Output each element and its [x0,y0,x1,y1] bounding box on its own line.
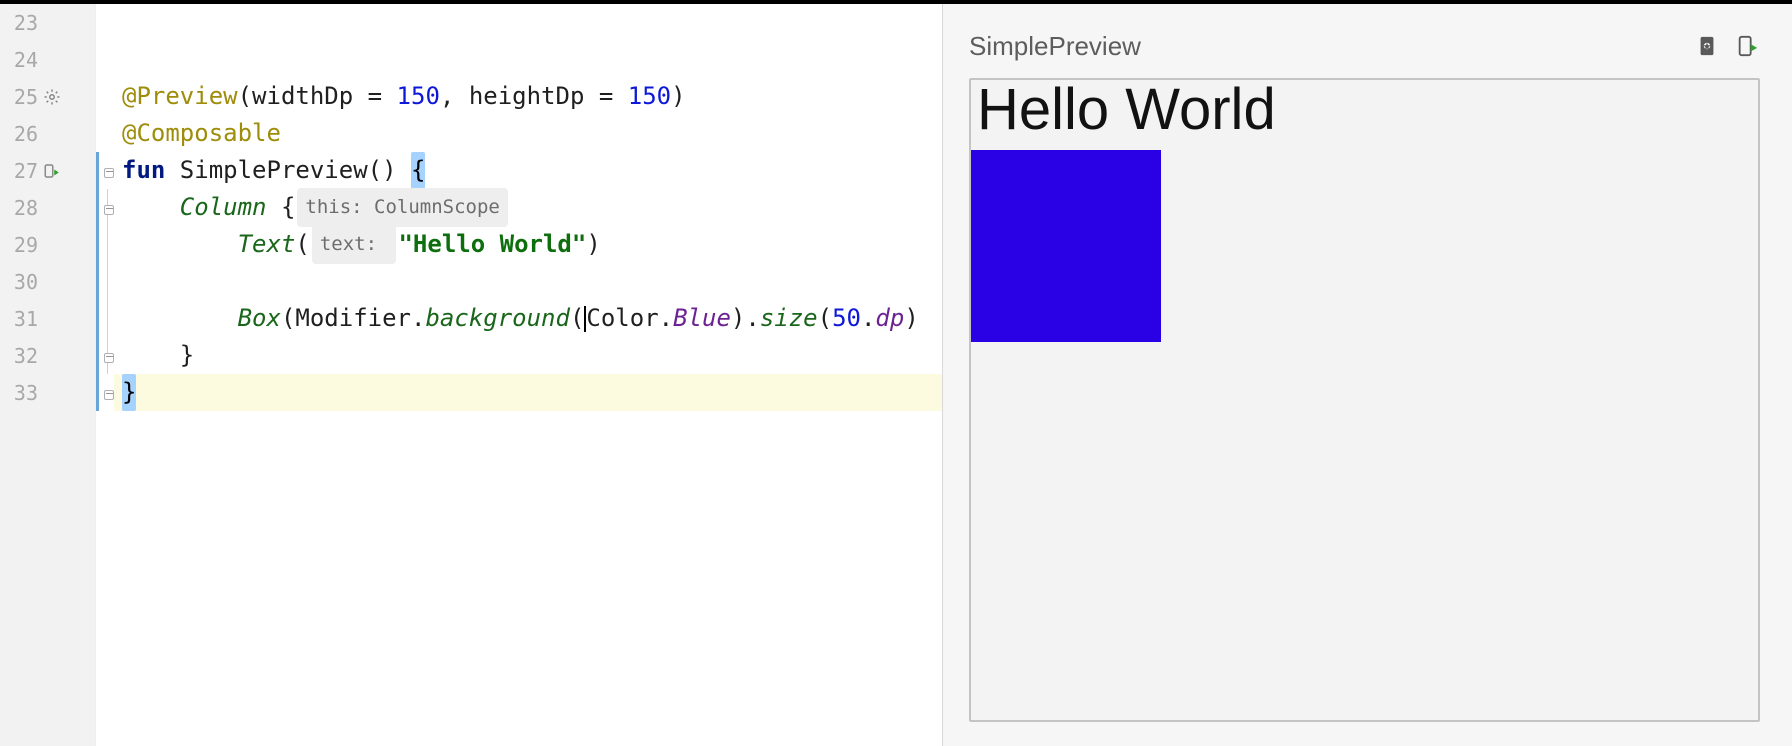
line-number: 23 [6,11,38,35]
interactive-preview-icon[interactable] [1694,31,1720,61]
code-line: @Composable [114,115,942,152]
code-line [114,41,942,78]
inlay-hint: text: [312,225,397,264]
compose-preview-panel: SimplePreview Hello World [942,4,1792,746]
code-line: fun SimplePreview() { [114,152,942,189]
preview-text: Hello World [977,76,1276,143]
code-line: Column { this: ColumnScope [114,189,942,226]
code-area[interactable]: @Preview(widthDp = 150, heightDp = 150) … [114,4,942,746]
inlay-hint: this: ColumnScope [297,188,507,227]
code-line: @Preview(widthDp = 150, heightDp = 150) [114,78,942,115]
code-line: Box(Modifier.background(Color.Blue).size… [114,300,942,337]
line-number: 30 [6,270,38,294]
brace-highlight: { [411,152,425,189]
gear-icon[interactable] [38,88,66,106]
root: 23 24 25 26 27 28 29 30 31 32 33 [0,4,1792,746]
line-number: 29 [6,233,38,257]
line-number: 33 [6,381,38,405]
run-gutter-icon[interactable] [38,162,66,180]
preview-canvas[interactable]: Hello World [969,78,1760,722]
code-line: Text(text: "Hello World") [114,226,942,263]
code-line [114,4,942,41]
code-editor[interactable]: 23 24 25 26 27 28 29 30 31 32 33 [0,4,942,746]
line-number: 27 [6,159,38,183]
fold-strip [96,4,114,746]
code-line: } [114,337,942,374]
preview-blue-box [971,150,1161,342]
code-line [114,263,942,300]
line-number: 26 [6,122,38,146]
line-gutter: 23 24 25 26 27 28 29 30 31 32 33 [0,4,96,746]
preview-title: SimplePreview [969,31,1141,62]
code-line-current: } [114,374,942,411]
line-number: 31 [6,307,38,331]
brace-highlight: } [122,374,136,411]
line-number: 28 [6,196,38,220]
line-number: 25 [6,85,38,109]
line-number: 32 [6,344,38,368]
deploy-preview-icon[interactable] [1734,31,1760,61]
line-number: 24 [6,48,38,72]
